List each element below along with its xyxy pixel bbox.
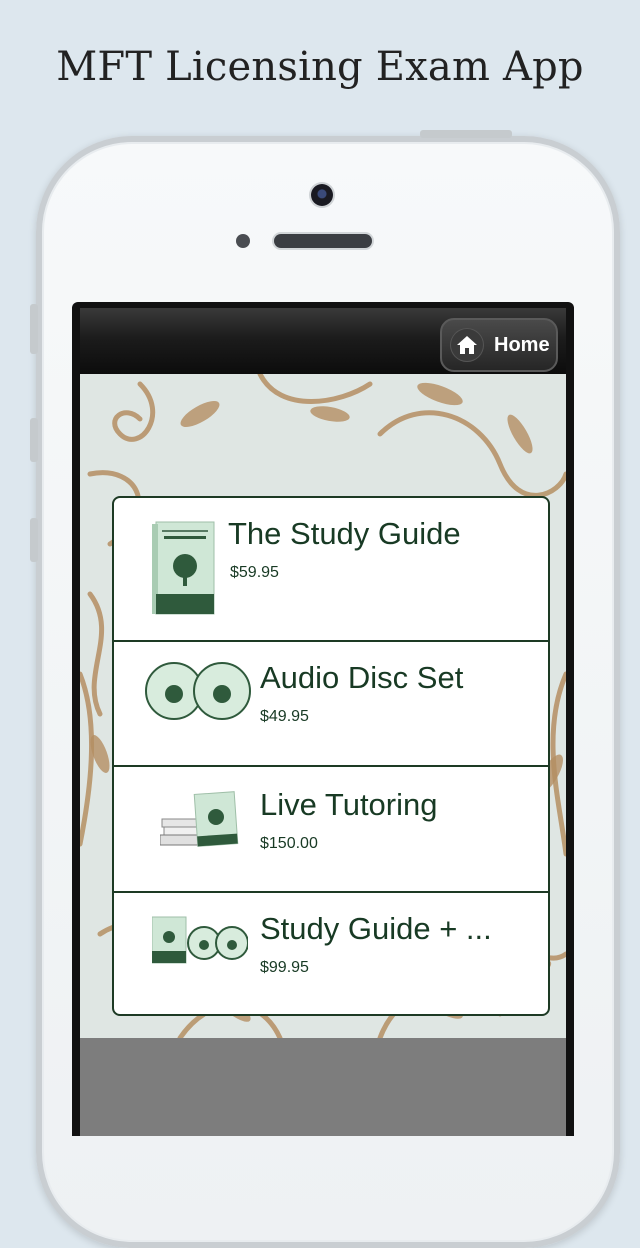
item-price: $150.00 [260,835,318,852]
home-icon [450,328,484,362]
earpiece-speaker [274,234,372,248]
item-price: $59.95 [230,564,279,581]
list-item-study-guide[interactable]: The Study Guide $59.95 [114,498,548,642]
item-price: $49.95 [260,708,309,725]
phone-screen: Home The Study Guide $59.95 Audio Disc S… [72,302,574,1136]
front-camera [311,184,333,206]
phone-volume-down [30,518,38,562]
list-item-study-guide-bundle[interactable]: Study Guide + ... $99.95 [114,893,548,1014]
phone-silent-switch [30,304,38,354]
list-item-audio-disc-set[interactable]: Audio Disc Set $49.95 [114,642,548,767]
phone-volume-up [30,418,38,462]
item-title: Study Guide + ... [260,911,492,946]
home-button-label: Home [494,333,550,356]
home-button[interactable]: Home [440,318,558,372]
item-title: The Study Guide [228,516,461,551]
item-price: $99.95 [260,959,309,976]
book-cover-thumbnail [152,521,215,615]
item-title: Audio Disc Set [260,660,464,695]
product-list: The Study Guide $59.95 Audio Disc Set $4… [112,496,550,1016]
phone-power-button [420,130,512,138]
top-navbar: Home [80,308,566,374]
list-item-live-tutoring[interactable]: Live Tutoring $150.00 [114,767,548,893]
bottom-blank-area [80,1038,566,1136]
audio-discs-thumbnail [145,662,251,720]
book-stack-thumbnail [160,791,239,847]
proximity-sensor [236,234,250,248]
book-and-discs-thumbnail [152,916,248,964]
content-area: The Study Guide $59.95 Audio Disc Set $4… [80,374,566,1038]
item-title: Live Tutoring [260,787,438,822]
promo-headline: MFT Licensing Exam App [56,44,584,90]
